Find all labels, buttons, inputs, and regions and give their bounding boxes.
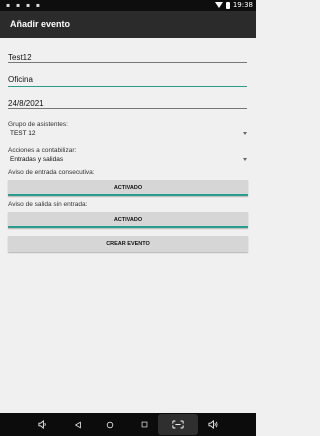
actions-select-value: Entradas y salidas <box>10 156 64 163</box>
screenshot-icon[interactable] <box>158 414 198 435</box>
group-select[interactable]: TEST 12 <box>10 130 247 139</box>
wifi-icon <box>214 2 223 8</box>
recents-icon[interactable] <box>136 413 152 436</box>
exit-warning-toggle[interactable]: ACTIVADO <box>8 212 248 228</box>
event-location-field[interactable] <box>8 74 247 85</box>
event-name-underline <box>8 62 247 63</box>
navigation-bar <box>0 413 256 436</box>
volume-up-icon[interactable] <box>205 413 221 436</box>
actions-label: Acciones a contabilizar: <box>8 147 77 154</box>
status-time: 19:38 <box>232 1 253 9</box>
battery-icon <box>225 1 230 9</box>
entry-warning-toggle-label: ACTIVADO <box>113 184 143 191</box>
notification-icons: ▪ ▪ ▪ ▪ <box>6 2 42 9</box>
entry-warning-toggle[interactable]: ACTIVADO <box>8 180 248 196</box>
page-title: Añadir evento <box>10 19 71 29</box>
volume-down-icon[interactable] <box>34 413 50 436</box>
exit-warning-toggle-label: ACTIVADO <box>113 216 143 223</box>
home-icon[interactable] <box>102 413 118 436</box>
app-bar: Añadir evento <box>0 11 256 38</box>
status-bar: ▪ ▪ ▪ ▪ 19:38 <box>0 0 256 11</box>
dropdown-arrow-icon <box>243 132 247 135</box>
actions-select[interactable]: Entradas y salidas <box>10 156 247 165</box>
entry-warning-label: Aviso de entrada consecutiva: <box>8 169 95 176</box>
back-icon[interactable] <box>70 413 86 436</box>
toggle-on-indicator <box>8 226 248 228</box>
exit-warning-label: Aviso de salida sin entrada: <box>8 201 88 208</box>
group-label: Grupo de asistentes: <box>8 121 68 128</box>
event-location-underline <box>8 86 247 87</box>
group-select-value: TEST 12 <box>10 130 36 137</box>
event-date-underline <box>8 108 247 109</box>
toggle-on-indicator <box>8 194 248 196</box>
dropdown-arrow-icon <box>243 158 247 161</box>
create-event-button[interactable]: CREAR EVENTO <box>8 236 248 252</box>
